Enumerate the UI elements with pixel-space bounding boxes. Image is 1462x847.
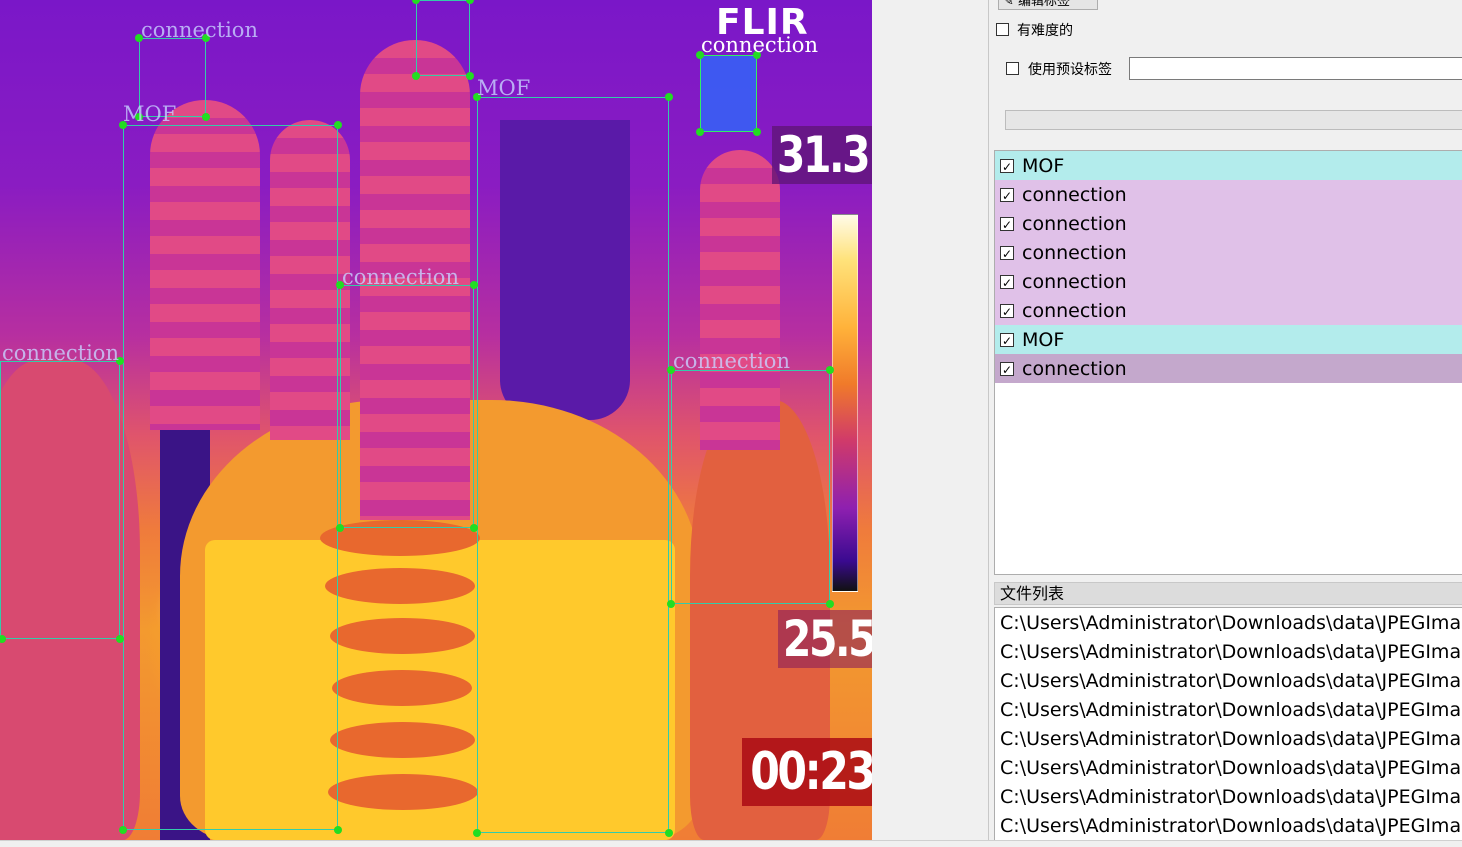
label-list-item[interactable]: ✓ connection	[995, 296, 1462, 325]
difficult-label: 有难度的	[1017, 23, 1073, 39]
label-checkbox[interactable]: ✓	[1000, 158, 1014, 174]
insulator-disc	[330, 618, 475, 654]
label-list[interactable]: ✓ MOF ✓ connection ✓ connection ✓ connection…	[994, 150, 1462, 575]
file-list-title: 文件列表	[994, 582, 1462, 605]
label-checkbox[interactable]: ✓	[1000, 187, 1014, 203]
label-list-item[interactable]: ✓ connection	[995, 180, 1462, 209]
label-text: connection	[1022, 241, 1127, 264]
bbox-label: connection	[673, 349, 790, 373]
timestamp-readout: 00:23	[742, 738, 872, 806]
label-checkbox[interactable]: ✓	[1000, 303, 1014, 319]
label-text: connection	[1022, 270, 1127, 293]
temperature-max: 31.3	[772, 126, 872, 184]
label-list-item[interactable]: ✓ MOF	[995, 325, 1462, 354]
edit-label-button[interactable]: ✎ 编辑标签	[998, 0, 1098, 10]
label-list-item-selected[interactable]: ✓ connection	[995, 354, 1462, 383]
bbox-label-selected: connection	[701, 33, 818, 57]
label-text: connection	[1022, 212, 1127, 235]
label-checkbox[interactable]: ✓	[1000, 274, 1014, 290]
bbox-vertex[interactable]	[826, 600, 834, 608]
bbox-vertex[interactable]	[470, 281, 478, 289]
bbox-vertex[interactable]	[336, 524, 344, 532]
bbox-vertex[interactable]	[753, 128, 761, 136]
bbox-vertex[interactable]	[470, 524, 478, 532]
file-list-item[interactable]: C:\Users\Administrator\Downloads\data\JP…	[1000, 757, 1461, 779]
bbox-vertex[interactable]	[466, 72, 474, 80]
insulator-disc	[325, 568, 475, 604]
bbox-label: MOF	[477, 76, 531, 100]
bbox-label: connection	[141, 18, 258, 42]
bbox-connection[interactable]	[671, 370, 830, 604]
label-text: MOF	[1022, 328, 1065, 351]
bbox-connection-selected[interactable]	[700, 55, 757, 132]
label-checkbox[interactable]: ✓	[1000, 216, 1014, 232]
file-list[interactable]: C:\Users\Administrator\Downloads\data\JP…	[994, 607, 1462, 843]
bbox-vertex[interactable]	[119, 826, 127, 834]
image-canvas[interactable]: FLIR 31.3 25.5 00:23 connection MOF MOF …	[0, 0, 872, 840]
temperature-min: 25.5	[778, 610, 872, 668]
label-checkbox[interactable]: ✓	[1000, 332, 1014, 348]
use-preset-label: 使用预设标签	[1028, 62, 1112, 78]
bbox-label: connection	[342, 265, 459, 289]
bbox-connection[interactable]	[0, 361, 120, 639]
edit-label-button-text: 编辑标签	[1018, 0, 1071, 9]
label-text: connection	[1022, 299, 1127, 322]
file-list-item[interactable]: C:\Users\Administrator\Downloads\data\JP…	[1000, 786, 1461, 808]
bbox-vertex[interactable]	[473, 829, 481, 837]
bbox-vertex[interactable]	[826, 366, 834, 374]
bbox-label: MOF	[123, 102, 177, 126]
insulator-disc	[330, 722, 475, 758]
use-preset-checkbox[interactable]	[1006, 62, 1019, 75]
progress-bar	[1005, 110, 1462, 130]
bbox-vertex[interactable]	[412, 72, 420, 80]
difficult-checkbox[interactable]	[996, 23, 1009, 36]
label-list-item[interactable]: ✓ connection	[995, 267, 1462, 296]
bbox-vertex[interactable]	[667, 600, 675, 608]
bbox-connection[interactable]	[340, 285, 474, 528]
label-list-item[interactable]: ✓ connection	[995, 209, 1462, 238]
bbox-mof[interactable]	[477, 97, 669, 833]
file-list-item[interactable]: C:\Users\Administrator\Downloads\data\JP…	[1000, 641, 1461, 663]
label-text: MOF	[1022, 154, 1065, 177]
file-list-item[interactable]: C:\Users\Administrator\Downloads\data\JP…	[1000, 612, 1461, 634]
bbox-vertex[interactable]	[334, 121, 342, 129]
file-list-item[interactable]: C:\Users\Administrator\Downloads\data\JP…	[1000, 699, 1461, 721]
bbox-vertex[interactable]	[466, 0, 474, 4]
bbox-mof[interactable]	[123, 125, 338, 830]
bbox-vertex[interactable]	[202, 113, 210, 121]
label-list-item[interactable]: ✓ connection	[995, 238, 1462, 267]
bbox-label: connection	[2, 341, 119, 365]
insulator-disc	[332, 670, 472, 706]
bbox-connection[interactable]	[416, 0, 470, 76]
bbox-vertex[interactable]	[116, 635, 124, 643]
label-list-item[interactable]: ✓ MOF	[995, 151, 1462, 180]
bbox-vertex[interactable]	[665, 93, 673, 101]
insulator-disc	[328, 774, 478, 810]
bbox-vertex[interactable]	[696, 128, 704, 136]
panel-gap	[872, 0, 988, 846]
file-list-item[interactable]: C:\Users\Administrator\Downloads\data\JP…	[1000, 728, 1461, 750]
preset-label-input[interactable]	[1129, 57, 1462, 80]
label-text: connection	[1022, 183, 1127, 206]
bbox-vertex[interactable]	[334, 826, 342, 834]
edit-icon: ✎	[1003, 0, 1014, 9]
temperature-scale-bar	[832, 214, 858, 592]
file-list-item[interactable]: C:\Users\Administrator\Downloads\data\JP…	[1000, 815, 1461, 837]
panel-splitter[interactable]	[988, 0, 989, 846]
bbox-vertex[interactable]	[665, 829, 673, 837]
label-checkbox[interactable]: ✓	[1000, 361, 1014, 377]
label-checkbox[interactable]: ✓	[1000, 245, 1014, 261]
label-text: connection	[1022, 357, 1127, 380]
file-list-item[interactable]: C:\Users\Administrator\Downloads\data\JP…	[1000, 670, 1461, 692]
